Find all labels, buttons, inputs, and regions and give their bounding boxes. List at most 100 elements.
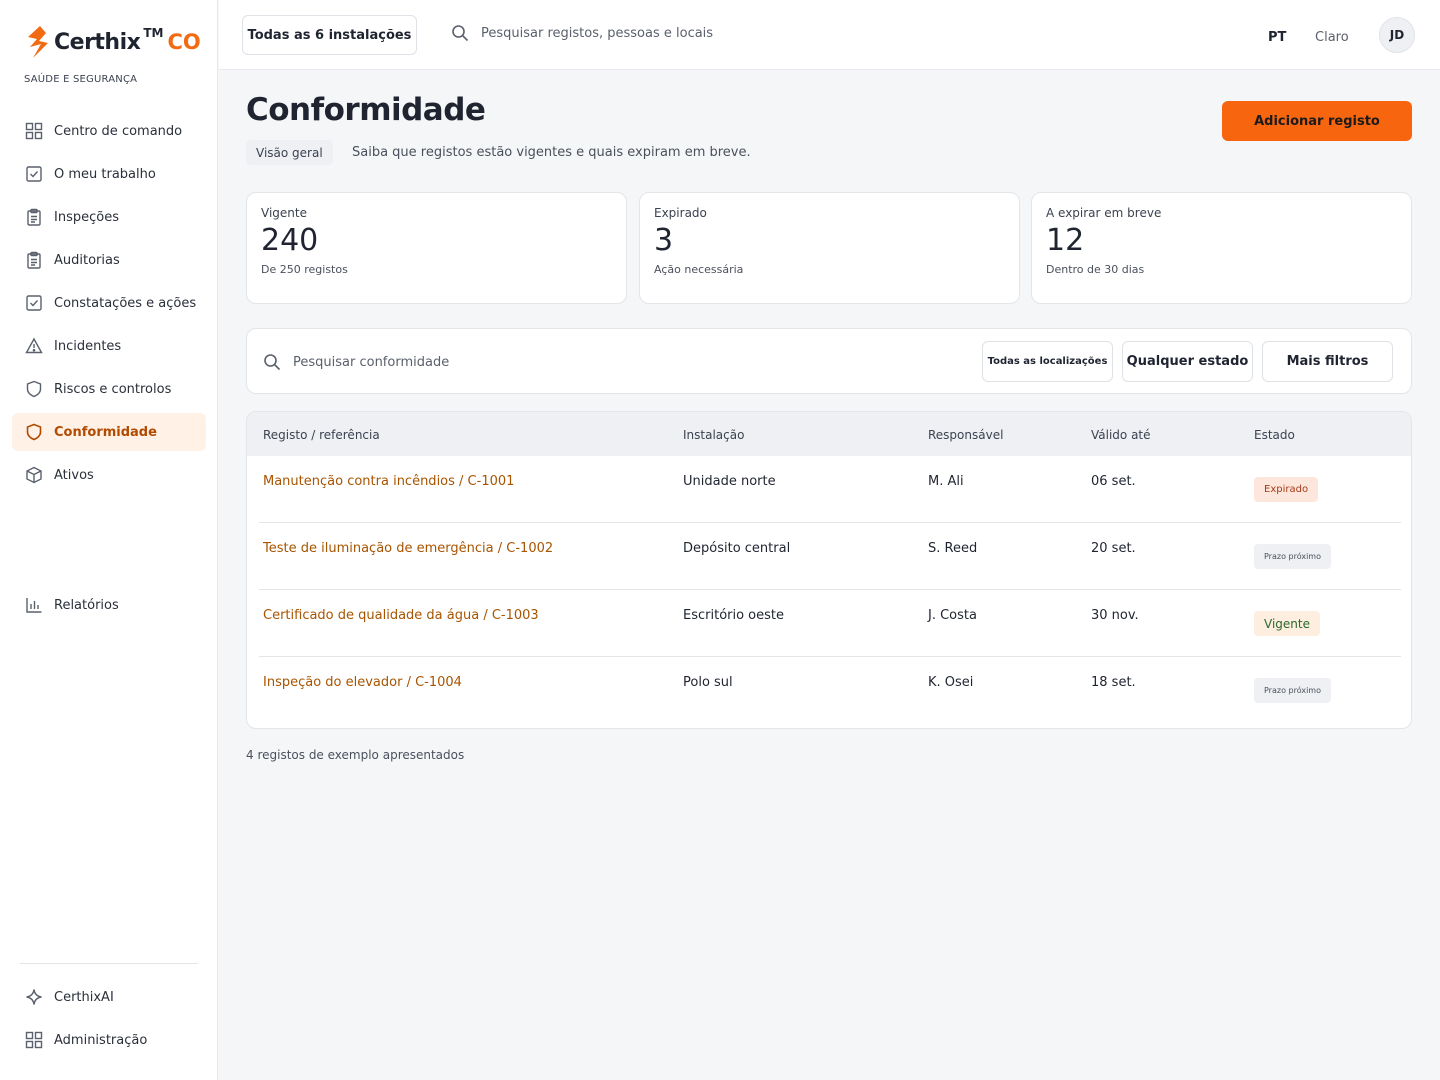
column-header-site[interactable]: Instalação (683, 428, 744, 442)
stat-value: 12 (1046, 223, 1085, 258)
sidebar-nav: Centro de comando O meu trabalho Inspeçõ… (12, 112, 206, 499)
brand-logo[interactable]: Certhix TM CO (24, 24, 201, 60)
sidebar-item-auditorias[interactable]: Auditorias (12, 241, 206, 279)
site-cell: Polo sul (683, 675, 733, 690)
table-row[interactable]: Inspeção do elevador / C-1004 Polo sul K… (259, 657, 1401, 724)
stat-label: A expirar em breve (1046, 206, 1162, 220)
global-search[interactable]: Pesquisar registos, pessoas e locais (451, 24, 713, 42)
record-link[interactable]: Inspeção do elevador / C-1004 (263, 675, 462, 690)
owner-cell: J. Costa (928, 608, 977, 623)
sidebar-bottom-nav: CerthixAI Administração (12, 978, 206, 1064)
stat-card-a-expirar: A expirar em breve 12 Dentro de 30 dias (1031, 192, 1412, 304)
search-icon (452, 25, 469, 42)
sidebar-item-label: Riscos e controlos (54, 381, 172, 397)
site-cell: Escritório oeste (683, 608, 785, 623)
filter-bar: Pesquisar conformidade Todas as localiza… (246, 328, 1412, 394)
sidebar-reports: Relatórios (12, 586, 206, 629)
valid-until-cell: 30 nov. (1091, 608, 1139, 623)
sparkle-icon (24, 987, 44, 1007)
valid-until-cell: 20 set. (1091, 541, 1136, 556)
grid-icon (24, 121, 44, 141)
sidebar-item-label: Constatações e ações (54, 295, 197, 311)
record-link[interactable]: Teste de iluminação de emergência / C-10… (263, 541, 553, 556)
sidebar-item-constatacoes-e-acoes[interactable]: Constatações e ações (12, 284, 206, 322)
stat-label: Vigente (261, 206, 307, 220)
theme-toggle[interactable]: Claro (1315, 30, 1349, 45)
language-toggle[interactable]: PT (1268, 30, 1286, 45)
sidebar-item-label: Ativos (54, 467, 94, 483)
box-icon (24, 465, 44, 485)
add-record-button[interactable]: Adicionar registo (1222, 101, 1412, 141)
sidebar-item-label: Administração (54, 1032, 148, 1048)
status-badge: Prazo próximo (1254, 678, 1331, 703)
sidebar-item-label: Incidentes (54, 338, 122, 354)
brand-tagline: SAÚDE E SEGURANÇA (24, 74, 138, 85)
stat-note: Ação necessária (654, 263, 744, 276)
avatar[interactable]: JD (1379, 17, 1415, 53)
sidebar-item-certhixai[interactable]: CerthixAI (12, 978, 206, 1016)
sidebar-item-label: Conformidade (54, 424, 157, 440)
compliance-search-input[interactable]: Pesquisar conformidade (293, 355, 449, 370)
checkbox-icon (24, 293, 44, 313)
record-link[interactable]: Manutenção contra incêndios / C-1001 (263, 474, 514, 489)
stat-label: Expirado (654, 206, 707, 220)
valid-until-cell: 06 set. (1091, 474, 1136, 489)
owner-cell: K. Osei (928, 675, 974, 690)
column-header-record[interactable]: Registo / referência (263, 428, 380, 442)
search-icon (264, 354, 281, 371)
grid-icon (24, 1030, 44, 1050)
status-filter-button[interactable]: Qualquer estado (1122, 341, 1253, 382)
sidebar-item-label: Centro de comando (54, 123, 183, 139)
column-header-status[interactable]: Estado (1254, 428, 1295, 442)
top-bar: Todas as 6 instalações Pesquisar registo… (219, 0, 1440, 70)
sidebar-item-conformidade[interactable]: Conformidade (12, 413, 206, 451)
clipboard-icon (24, 207, 44, 227)
shield-icon (24, 422, 44, 442)
stat-card-vigente: Vigente 240 De 250 registos (246, 192, 627, 304)
site-selector[interactable]: Todas as 6 instalações (242, 15, 417, 55)
site-cell: Depósito central (683, 541, 791, 556)
table-row[interactable]: Manutenção contra incêndios / C-1001 Uni… (259, 456, 1401, 523)
more-filters-button[interactable]: Mais filtros (1262, 341, 1393, 382)
stat-note: Dentro de 30 dias (1046, 263, 1145, 276)
sidebar-item-inspecoes[interactable]: Inspeções (12, 198, 206, 236)
sidebar-item-administracao[interactable]: Administração (12, 1021, 206, 1059)
compliance-table: Registo / referência Instalação Responsá… (246, 411, 1412, 729)
table-row[interactable]: Teste de iluminação de emergência / C-10… (259, 523, 1401, 590)
sidebar: Certhix TM CO SAÚDE E SEGURANÇA Centro d… (0, 0, 218, 1080)
brand-name: Certhix (54, 29, 141, 55)
sidebar-item-centro-de-comando[interactable]: Centro de comando (12, 112, 206, 150)
global-search-input[interactable]: Pesquisar registos, pessoas e locais (481, 26, 713, 41)
clipboard-icon (24, 250, 44, 270)
logo-mark-icon (28, 26, 48, 58)
sidebar-divider (20, 963, 198, 964)
sidebar-item-label: Auditorias (54, 252, 120, 268)
page-subtitle: Saiba que registos estão vigentes e quai… (352, 145, 751, 160)
owner-cell: M. Ali (928, 474, 964, 489)
compliance-search[interactable]: Pesquisar conformidade (263, 353, 449, 371)
locations-filter-button[interactable]: Todas as localizações (982, 341, 1113, 382)
column-header-owner[interactable]: Responsável (928, 428, 1003, 442)
record-link[interactable]: Certificado de qualidade da água / C-100… (263, 608, 539, 623)
shield-icon (24, 379, 44, 399)
sidebar-item-label: Relatórios (54, 597, 119, 613)
sidebar-item-incidentes[interactable]: Incidentes (12, 327, 206, 365)
valid-until-cell: 18 set. (1091, 675, 1136, 690)
table-header: Registo / referência Instalação Responsá… (247, 412, 1411, 456)
sidebar-item-ativos[interactable]: Ativos (12, 456, 206, 494)
status-badge: Vigente (1254, 611, 1320, 636)
sidebar-item-riscos-e-controlos[interactable]: Riscos e controlos (12, 370, 206, 408)
brand-suffix: CO (167, 30, 201, 54)
sidebar-item-o-meu-trabalho[interactable]: O meu trabalho (12, 155, 206, 193)
stat-note: De 250 registos (261, 263, 348, 276)
owner-cell: S. Reed (928, 541, 978, 556)
breadcrumb[interactable]: Visão geral (246, 140, 333, 165)
checkbox-icon (24, 164, 44, 184)
sidebar-item-relatorios[interactable]: Relatórios (12, 586, 206, 624)
bar-chart-icon (24, 595, 44, 615)
column-header-valid-until[interactable]: Válido até (1091, 428, 1151, 442)
results-count: 4 registos de exemplo apresentados (246, 748, 465, 762)
status-badge: Expirado (1254, 477, 1319, 502)
table-row[interactable]: Certificado de qualidade da água / C-100… (259, 590, 1401, 657)
stat-value: 240 (261, 223, 319, 258)
